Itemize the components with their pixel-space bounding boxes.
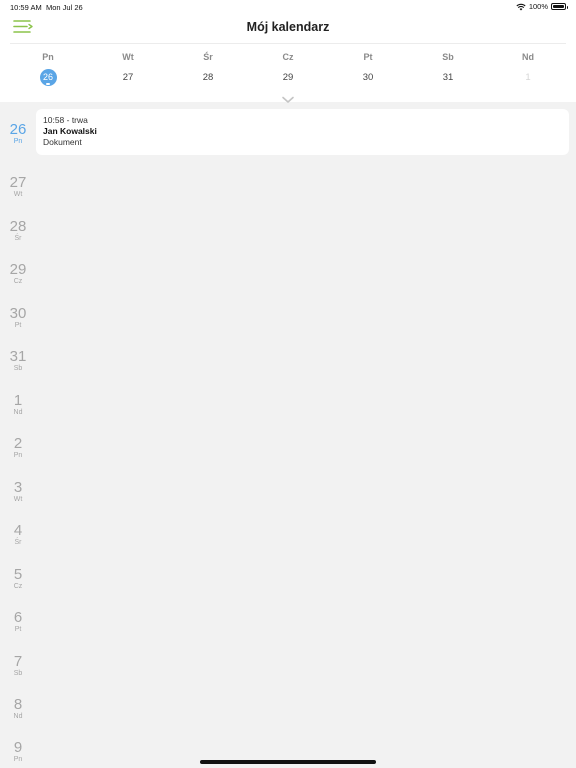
day-label[interactable]: 5 Cz — [0, 567, 36, 591]
day-label[interactable]: 27 Wt — [0, 175, 36, 199]
day-abbr: Pn — [13, 452, 23, 459]
status-time: 10:59 AM — [10, 3, 42, 12]
weekday-label: Sb — [442, 52, 454, 62]
day-label[interactable]: 4 Śr — [0, 523, 36, 547]
event-name: Jan Kowalski — [43, 126, 97, 136]
day-label[interactable]: 30 Pt — [0, 306, 36, 330]
day-abbr: Nd — [13, 409, 23, 416]
day-number: 9 — [13, 739, 23, 756]
header-divider — [10, 43, 566, 44]
day-abbr: Pn — [13, 756, 23, 763]
battery-percent: 100% — [528, 2, 548, 11]
status-bar: 10:59 AM Mon Jul 26 100% — [0, 0, 576, 14]
day-abbr: Cz — [13, 583, 23, 590]
day-abbr: Sb — [13, 365, 23, 372]
day-number: 6 — [13, 609, 23, 626]
weekday-label: Pn — [42, 52, 54, 62]
weekday-label: Wt — [122, 52, 134, 62]
date-cell-selected[interactable]: 26 — [8, 68, 88, 86]
day-abbr: Pt — [14, 626, 22, 633]
day-abbr: Wt — [13, 496, 23, 503]
day-label[interactable]: 3 Wt — [0, 480, 36, 504]
day-abbr: Nd — [13, 713, 23, 720]
day-number: 5 — [13, 566, 23, 583]
page-title: Mój kalendarz — [246, 20, 330, 34]
day-abbr: Pn — [13, 138, 23, 145]
day-abbr: Sb — [13, 670, 23, 677]
week-date-row: 26 27 28 29 30 31 1 — [8, 68, 568, 86]
weekday-row: Pn Wt Śr Cz Pt Sb Nd — [8, 52, 568, 62]
date-cell[interactable]: 28 — [168, 68, 248, 86]
day-label[interactable]: 28 Śr — [0, 219, 36, 243]
status-right: 100% — [516, 2, 568, 11]
day-label[interactable]: 31 Sb — [0, 349, 36, 373]
day-abbr: Cz — [13, 278, 23, 285]
day-number: 31 — [9, 348, 27, 365]
date-number: 27 — [122, 71, 134, 83]
top-header-area: 10:59 AM Mon Jul 26 100% Mój kalendarz P… — [0, 0, 576, 103]
day-label[interactable]: 6 Pt — [0, 610, 36, 634]
weekday-label: Pt — [363, 52, 373, 62]
chevron-down-icon — [282, 96, 294, 103]
day-number: 2 — [13, 435, 23, 452]
weekday-label: Śr — [203, 52, 213, 62]
day-number: 7 — [13, 653, 23, 670]
day-number: 30 — [9, 305, 27, 322]
weekday-label: Nd — [522, 52, 534, 62]
date-cell[interactable]: 27 — [88, 68, 168, 86]
selected-indicator — [46, 83, 50, 85]
day-number: 1 — [13, 392, 23, 409]
date-number: 28 — [202, 71, 214, 83]
date-number: 29 — [282, 71, 294, 83]
event-card[interactable]: 10:58 - trwa Jan Kowalski Dokument — [36, 109, 569, 155]
day-abbr: Śr — [14, 539, 22, 546]
day-label[interactable]: 8 Nd — [0, 697, 36, 721]
event-type: Dokument — [43, 137, 82, 147]
date-number: 31 — [442, 71, 454, 83]
day-label[interactable]: 2 Pn — [0, 436, 36, 460]
day-number: 8 — [13, 696, 23, 713]
event-time: 10:58 - trwa — [43, 115, 88, 125]
day-label-today[interactable]: 26 Pn — [0, 122, 36, 146]
status-date: Mon Jul 26 — [46, 3, 83, 12]
expand-calendar-button[interactable] — [281, 91, 295, 103]
date-cell[interactable]: 30 — [328, 68, 408, 86]
weekday-label: Cz — [282, 52, 294, 62]
date-number: 30 — [362, 71, 374, 83]
day-label[interactable]: 29 Cz — [0, 262, 36, 286]
day-label[interactable]: 7 Sb — [0, 654, 36, 678]
date-cell[interactable]: 29 — [248, 68, 328, 86]
day-label[interactable]: 1 Nd — [0, 393, 36, 417]
home-indicator — [200, 760, 376, 764]
wifi-icon — [516, 3, 526, 10]
date-number: 1 — [525, 71, 531, 83]
day-number: 29 — [9, 261, 27, 278]
battery-icon — [551, 3, 568, 10]
day-number: 28 — [9, 218, 27, 235]
date-cell-next-week[interactable]: 1 — [488, 68, 568, 86]
day-label[interactable]: 9 Pn — [0, 740, 36, 764]
day-number: 3 — [13, 479, 23, 496]
day-abbr: Wt — [13, 191, 23, 198]
day-number: 27 — [9, 174, 27, 191]
date-cell[interactable]: 31 — [408, 68, 488, 86]
day-abbr: Śr — [14, 235, 22, 242]
day-abbr: Pt — [14, 322, 22, 329]
day-number: 4 — [13, 522, 23, 539]
day-number: 26 — [9, 121, 27, 138]
